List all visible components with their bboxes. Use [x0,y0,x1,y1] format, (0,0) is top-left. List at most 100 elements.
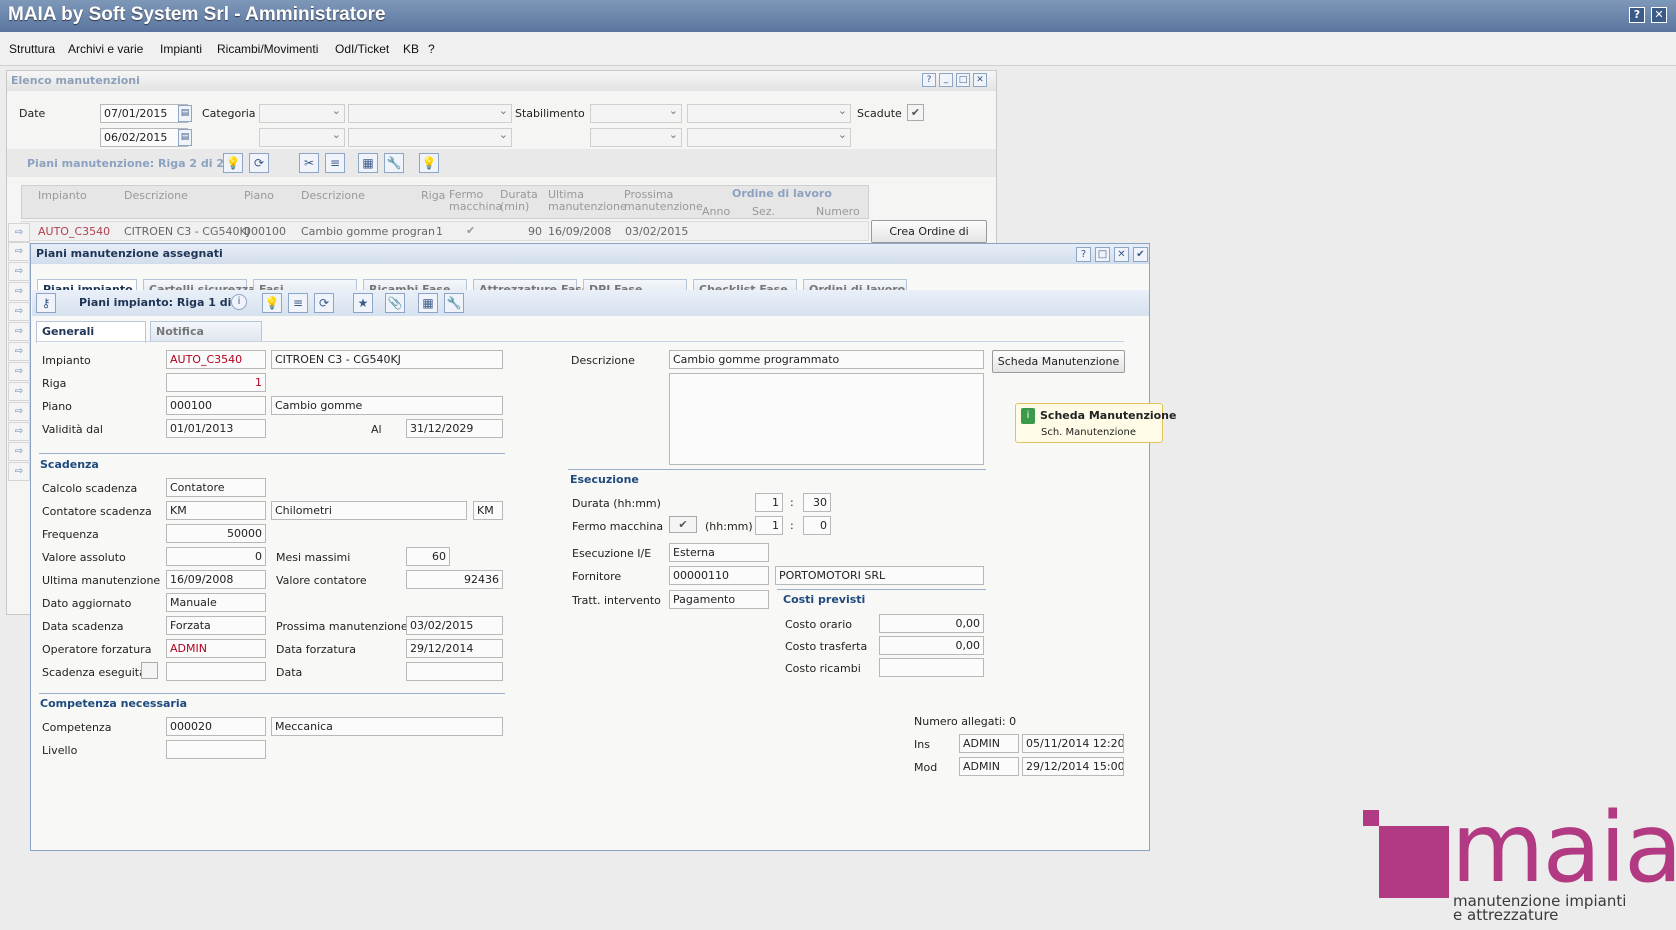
stabilimento2-select[interactable] [590,128,682,147]
mesi-field[interactable]: 60 [406,547,450,566]
row-marker-icon[interactable]: ⇨ [8,322,30,341]
row-marker-icon[interactable]: ⇨ [8,262,30,281]
piano-desc-field[interactable]: Cambio gomme [271,396,503,415]
col-descrizione[interactable]: Descrizione [124,189,188,202]
prossima-field[interactable]: 03/02/2015 [406,616,503,635]
menu-ricambi[interactable]: Ricambi/Movimenti [217,42,318,56]
stabilimento-select[interactable] [590,104,682,123]
menu-kb[interactable]: KB [403,42,419,56]
durata-hours-field[interactable]: 1 [755,493,783,512]
help-icon[interactable]: ? [1629,7,1645,23]
col-riga[interactable]: Riga [421,189,445,202]
row-marker-icon[interactable]: ⇨ [8,223,30,242]
col-anno[interactable]: Anno [702,205,730,218]
row-marker-icon[interactable]: ⇨ [8,302,30,321]
col-ultima[interactable]: Ultima manutenzione [548,189,627,213]
piano-code-field[interactable]: 000100 [166,396,266,415]
frequenza-field[interactable]: 50000 [166,524,266,543]
window-maximize-icon[interactable]: □ [956,73,970,87]
list-icon[interactable]: ≡ [288,293,308,313]
crea-ordine-button[interactable]: Crea Ordine di lavoro [871,220,987,259]
info-icon[interactable]: i [231,294,247,310]
valore-contatore-field[interactable]: 92436 [406,570,503,589]
fornitore-desc-field[interactable]: PORTOMOTORI SRL [775,566,984,585]
tools-icon[interactable]: ✂ [299,153,319,173]
help-icon[interactable]: ? [1076,247,1091,262]
data-scadenza-field[interactable]: Forzata [166,616,266,635]
menu-odl-ticket[interactable]: OdI/Ticket [335,42,389,56]
row-marker-icon[interactable]: ⇨ [8,442,30,461]
descrizione-notes-field[interactable] [669,373,984,465]
categoria2-desc-select[interactable] [348,128,512,147]
window-close-icon[interactable]: ✕ [973,73,987,87]
costo-trasferta-field[interactable]: 0,00 [879,636,984,655]
contatore-code-field[interactable]: KM [166,501,266,520]
col-impianto[interactable]: Impianto [38,189,87,202]
eseguita-checkbox[interactable] [141,662,158,679]
data-field[interactable] [406,662,503,681]
window-help-icon[interactable]: ? [922,73,936,87]
bulb-icon[interactable]: 💡 [262,293,282,313]
categoria-desc-select[interactable] [348,104,512,123]
row-marker-icon[interactable]: ⇨ [8,382,30,401]
refresh-icon[interactable]: ⟳ [314,293,334,313]
col-numero[interactable]: Numero [816,205,860,218]
stabilimento2-desc-select[interactable] [687,128,851,147]
durata-minutes-field[interactable]: 30 [803,493,831,512]
scheda-manutenzione-button[interactable]: Scheda Manutenzione [992,350,1125,373]
col-durata[interactable]: Durata (min) [500,189,544,213]
costo-orario-field[interactable]: 0,00 [879,614,984,633]
menu-impianti[interactable]: Impianti [160,42,202,56]
maximize-icon[interactable]: □ [1095,247,1110,262]
tratt-field[interactable]: Pagamento [669,590,769,609]
date-to-input[interactable]: 06/02/2015 [100,128,188,147]
calendar-icon[interactable]: ▤ [178,105,192,122]
col-sez[interactable]: Sez. [752,205,775,218]
livello-field[interactable] [166,740,266,759]
impianto-code-field[interactable]: AUTO_C3540 [166,350,266,369]
data-forzatura-field[interactable]: 29/12/2014 [406,639,503,658]
menu-struttura[interactable]: Struttura [9,42,55,56]
row-marker-icon[interactable]: ⇨ [8,342,30,361]
stabilimento-desc-select[interactable] [687,104,851,123]
col-piano[interactable]: Piano [244,189,274,202]
row-marker-icon[interactable]: ⇨ [8,282,30,301]
eseguita-field[interactable] [166,662,266,681]
col-descrizione-piano[interactable]: Descrizione [301,189,365,202]
bulb-icon[interactable]: 💡 [223,153,243,173]
subtab-notifica[interactable]: Notifica [150,321,262,342]
calcolo-field[interactable]: Contatore [166,478,266,497]
close-icon[interactable]: ✕ [1651,7,1667,23]
valore-assoluto-field[interactable]: 0 [166,547,266,566]
validita-al-field[interactable]: 31/12/2029 [406,419,503,438]
scadute-checkbox[interactable]: ✔ [907,104,924,121]
menu-help[interactable]: ? [428,42,435,56]
fermo-minutes-field[interactable]: 0 [803,516,831,535]
subtab-generali[interactable]: Generali [36,321,146,343]
riga-field[interactable]: 1 [166,373,266,392]
fornitore-code-field[interactable]: 00000110 [669,566,769,585]
menu-archivi[interactable]: Archivi e varie [68,42,143,56]
wrench-icon[interactable]: 🔧 [384,153,404,173]
row-marker-icon[interactable]: ⇨ [8,422,30,441]
fermo-checkbox[interactable]: ✔ [669,516,697,533]
table-row[interactable]: AUTO_C3540 CITROEN C3 - CG540KJ 000100 C… [21,221,869,241]
list-icon[interactable]: ≡ [325,153,345,173]
confirm-icon[interactable]: ✔ [1133,247,1148,262]
window-minimize-icon[interactable]: _ [939,73,953,87]
impianto-desc-field[interactable]: CITROEN C3 - CG540KJ [271,350,503,369]
validita-dal-field[interactable]: 01/01/2013 [166,419,266,438]
categoria-select[interactable] [259,104,345,123]
operatore-field[interactable]: ADMIN [166,639,266,658]
row-marker-icon[interactable]: ⇨ [8,462,30,481]
competenza-code-field[interactable]: 000020 [166,717,266,736]
calendar-icon[interactable]: ▤ [178,129,192,146]
key-icon[interactable]: ⚷ [36,293,56,313]
contatore-desc-field[interactable]: Chilometri [271,501,467,520]
fermo-hours-field[interactable]: 1 [755,516,783,535]
refresh-icon[interactable]: ⟳ [249,153,269,173]
attachment-icon[interactable]: 📎 [385,293,405,313]
contatore-unit-field[interactable]: KM [473,501,503,520]
ultima-field[interactable]: 16/09/2008 [166,570,266,589]
col-fermo[interactable]: Fermo macchina [449,189,502,213]
